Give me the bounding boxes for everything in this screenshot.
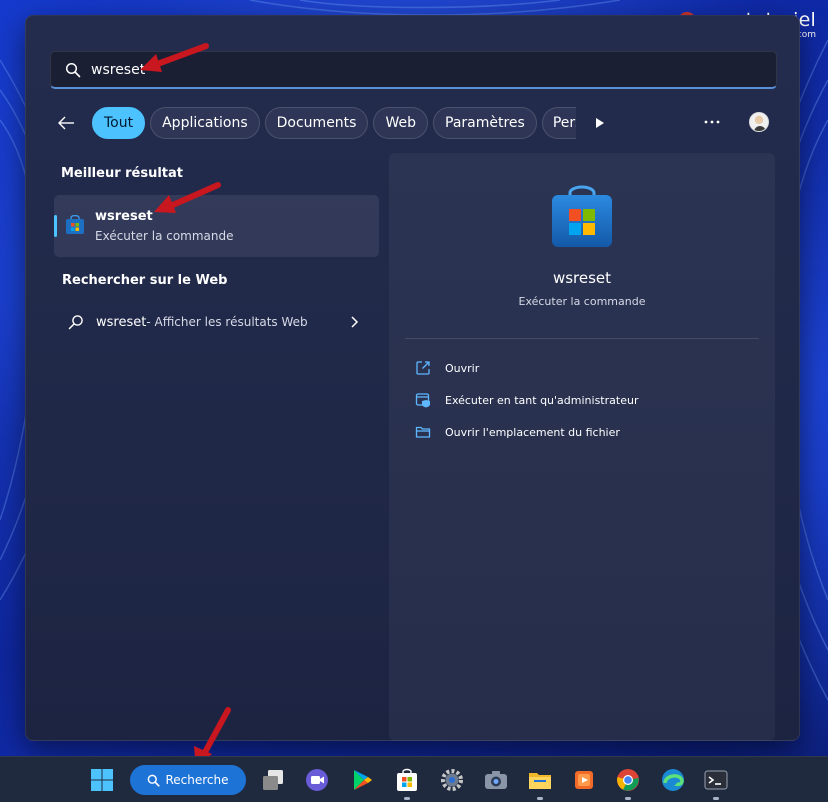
camera-icon[interactable] [484, 768, 508, 792]
task-view-icon[interactable] [261, 768, 285, 792]
best-match-item[interactable]: wsreset Exécuter la commande [54, 195, 379, 257]
web-search-item[interactable]: wsreset - Afficher les résultats Web [54, 308, 379, 336]
search-icon [65, 62, 81, 77]
media-player-icon[interactable] [572, 768, 596, 792]
search-box[interactable] [50, 51, 777, 89]
back-button[interactable] [50, 107, 82, 139]
more-options-icon [704, 120, 720, 124]
settings-gear-icon[interactable] [440, 768, 464, 792]
filter-documents[interactable]: Documents [264, 107, 369, 139]
chevron-right-icon [351, 316, 359, 328]
filter-tout[interactable]: Tout [92, 107, 146, 139]
microsoft-store-icon [66, 215, 84, 234]
search-input[interactable] [91, 61, 691, 78]
action-open-label: Ouvrir [445, 361, 480, 375]
file-explorer-icon[interactable] [528, 768, 552, 792]
filter-personnes[interactable]: Pers [541, 107, 576, 139]
start-search-panel: Tout Applications Documents Web Paramètr… [25, 15, 800, 741]
terminal-icon[interactable] [704, 768, 728, 792]
filter-parametres[interactable]: Paramètres [433, 107, 537, 139]
best-match-title: Meilleur résultat [61, 166, 184, 181]
filter-bar: Tout Applications Documents Web Paramètr… [50, 106, 777, 140]
microsoft-store-icon[interactable] [395, 768, 419, 792]
filter-web[interactable]: Web [373, 107, 428, 139]
best-match-name: wsreset [95, 209, 153, 224]
edge-icon[interactable] [661, 768, 685, 792]
taskbar: Recherche [0, 756, 828, 802]
running-indicator [625, 797, 631, 800]
play-store-icon[interactable] [350, 768, 374, 792]
web-search-query: wsreset [96, 314, 147, 330]
microsoft-store-icon [552, 185, 612, 247]
running-indicator [537, 797, 543, 800]
search-icon [148, 774, 161, 787]
shield-admin-icon [415, 393, 430, 408]
action-open[interactable]: Ouvrir [415, 357, 479, 379]
action-open-file-location[interactable]: Ouvrir l'emplacement du fichier [415, 421, 620, 443]
action-run-as-admin[interactable]: Exécuter en tant qu'administrateur [415, 389, 638, 411]
action-open-file-location-label: Ouvrir l'emplacement du fichier [445, 425, 620, 439]
folder-icon [415, 426, 431, 438]
best-match-type: Exécuter la commande [95, 229, 234, 243]
chrome-icon[interactable] [616, 768, 640, 792]
video-call-icon[interactable] [305, 768, 329, 792]
user-avatar[interactable] [749, 112, 769, 132]
play-right-icon [595, 118, 604, 128]
running-indicator [404, 797, 410, 800]
scroll-filters-button[interactable] [585, 107, 615, 139]
more-options-button[interactable] [697, 106, 727, 138]
filter-applications[interactable]: Applications [150, 107, 260, 139]
web-search-title: Rechercher sur le Web [62, 273, 228, 288]
running-indicator [713, 797, 719, 800]
action-run-as-admin-label: Exécuter en tant qu'administrateur [445, 393, 639, 407]
selection-accent [54, 215, 57, 237]
detail-pane: wsreset Exécuter la commande Ouvrir Exéc… [389, 153, 775, 741]
arrow-left-icon [58, 116, 74, 130]
taskbar-search-label: Recherche [165, 773, 229, 787]
open-external-icon [416, 361, 430, 375]
windows-start-icon[interactable] [90, 768, 114, 792]
detail-subtitle: Exécuter la commande [518, 295, 646, 308]
taskbar-search-button[interactable]: Recherche [130, 765, 246, 795]
web-search-suffix: - Afficher les résultats Web [146, 315, 308, 329]
detail-divider [405, 338, 759, 339]
search-icon [68, 315, 83, 330]
detail-title: wsreset [552, 269, 612, 287]
